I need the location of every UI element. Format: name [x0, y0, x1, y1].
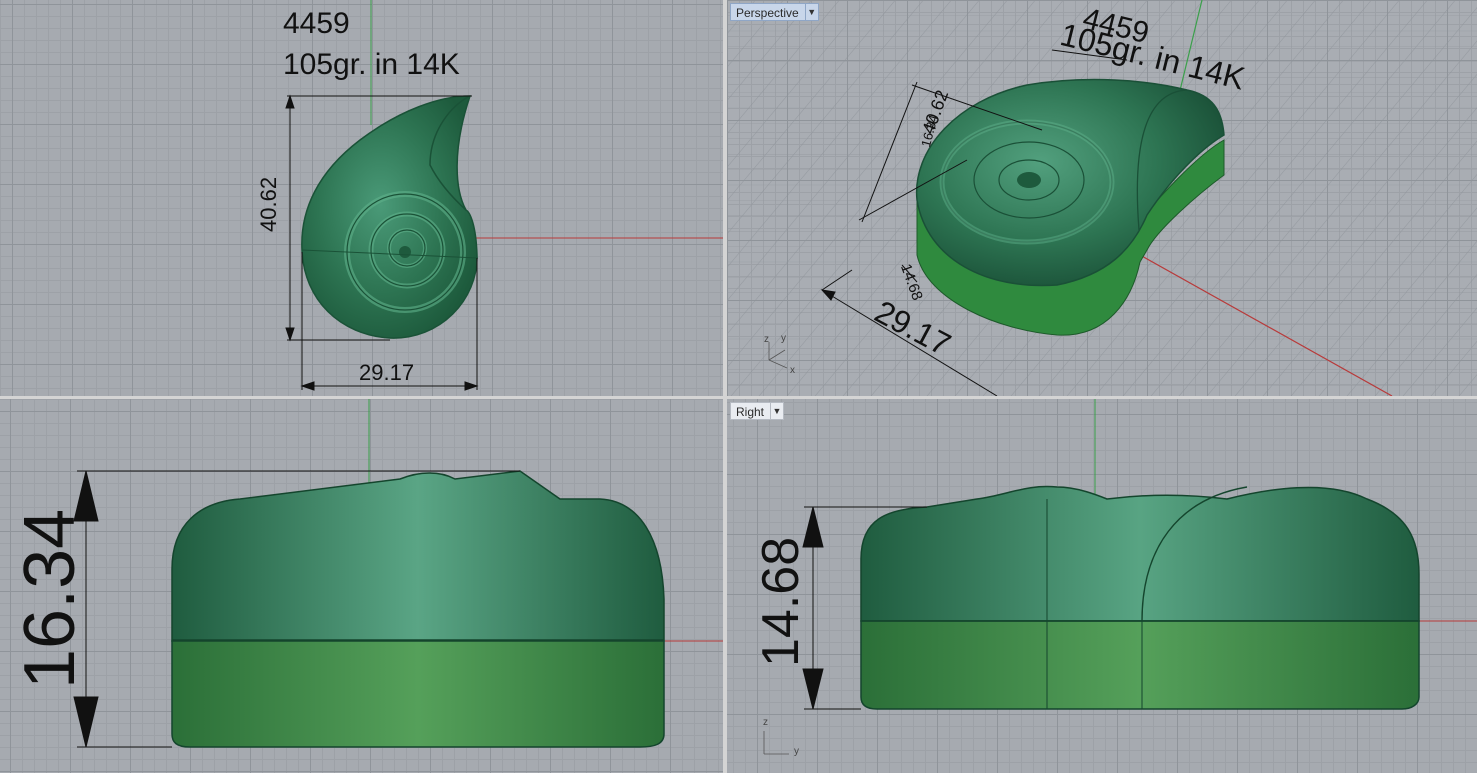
viewport-top[interactable]: 4459 105gr. in 14K 40.62 29.17	[0, 0, 723, 396]
shell-model-top	[301, 95, 479, 339]
chevron-down-icon[interactable]: ▼	[770, 403, 783, 419]
note-weight: 105gr. in 14K	[283, 48, 460, 81]
viewport-tab-label: Right	[736, 405, 765, 419]
dim-width-label: 29.17	[359, 360, 415, 385]
front-view-canvas	[73, 399, 723, 748]
chevron-down-icon[interactable]: ▼	[804, 4, 818, 20]
dim-height-label: 14.68	[752, 536, 810, 667]
right-view-canvas	[763, 399, 1477, 755]
axis-z-label: z	[764, 334, 769, 345]
dim-height-label: 40.62	[256, 176, 281, 232]
shell-model-front	[171, 470, 665, 748]
axis-x-label: x	[790, 365, 795, 376]
axis-gizmo	[763, 731, 789, 755]
shell-model-right	[860, 485, 1420, 710]
axis-y-label: y	[781, 333, 786, 344]
viewport-tab-label: Perspective	[736, 6, 799, 20]
viewport-perspective[interactable]: Perspective ▼ 4459 105gr. in 14K 40.62 1…	[727, 0, 1477, 396]
viewport-front[interactable]: 16.34	[0, 399, 723, 773]
note-part-number: 4459	[283, 7, 350, 40]
viewport-tab-right[interactable]: Right ▼	[730, 402, 785, 420]
dim-height-label: 16.34	[10, 508, 90, 689]
viewport-tab-perspective[interactable]: Perspective ▼	[730, 3, 819, 21]
viewport-right[interactable]: Right ▼ 14.68 z y	[727, 399, 1477, 773]
axis-z-label: z	[763, 717, 768, 728]
axis-y-label: y	[794, 746, 799, 757]
